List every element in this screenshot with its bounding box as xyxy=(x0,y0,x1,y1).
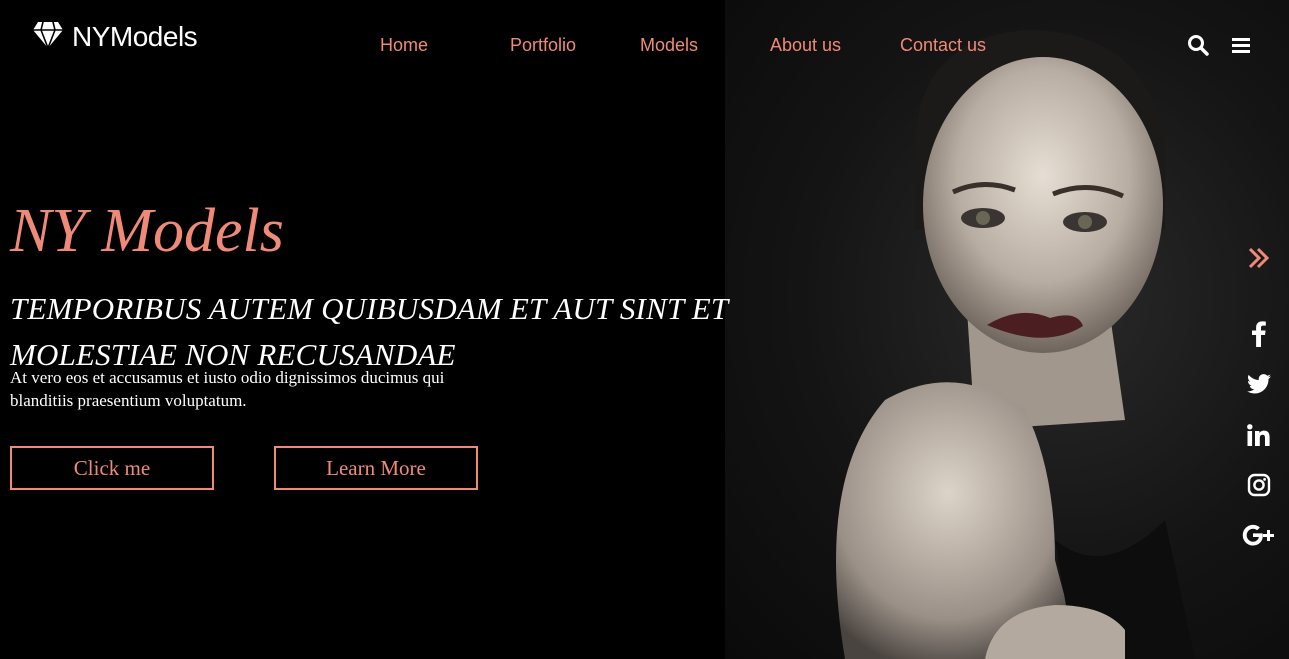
linkedin-icon[interactable] xyxy=(1245,421,1273,449)
nav-home[interactable]: Home xyxy=(380,35,428,56)
google-plus-icon[interactable] xyxy=(1242,521,1276,549)
brand-logo[interactable]: NYModels xyxy=(32,18,198,55)
search-icon[interactable] xyxy=(1187,34,1209,61)
hamburger-menu-icon[interactable] xyxy=(1231,34,1251,61)
nav-about-us[interactable]: About us xyxy=(770,35,841,56)
click-me-button[interactable]: Click me xyxy=(10,446,214,490)
brand-name: NYModels xyxy=(72,20,198,52)
hero-description: At vero eos et accusamus et iusto odio d… xyxy=(10,368,445,410)
learn-more-button[interactable]: Learn More xyxy=(274,446,478,490)
facebook-icon[interactable] xyxy=(1245,320,1273,348)
nav-models[interactable]: Models xyxy=(640,35,698,56)
diamond-icon xyxy=(32,18,64,55)
hero-title: NY Models xyxy=(10,197,284,265)
nav-contact-us[interactable]: Contact us xyxy=(900,35,986,56)
nav-portfolio[interactable]: Portfolio xyxy=(510,35,576,56)
model-portrait-illustration xyxy=(836,30,1195,659)
hero-subtitle: Temporibus autem quibusdam et aut sint e… xyxy=(10,291,728,372)
double-chevron-right-icon[interactable] xyxy=(1245,244,1273,272)
hero-model-photo xyxy=(725,0,1289,659)
twitter-icon[interactable] xyxy=(1245,370,1273,398)
instagram-icon[interactable] xyxy=(1245,471,1273,499)
